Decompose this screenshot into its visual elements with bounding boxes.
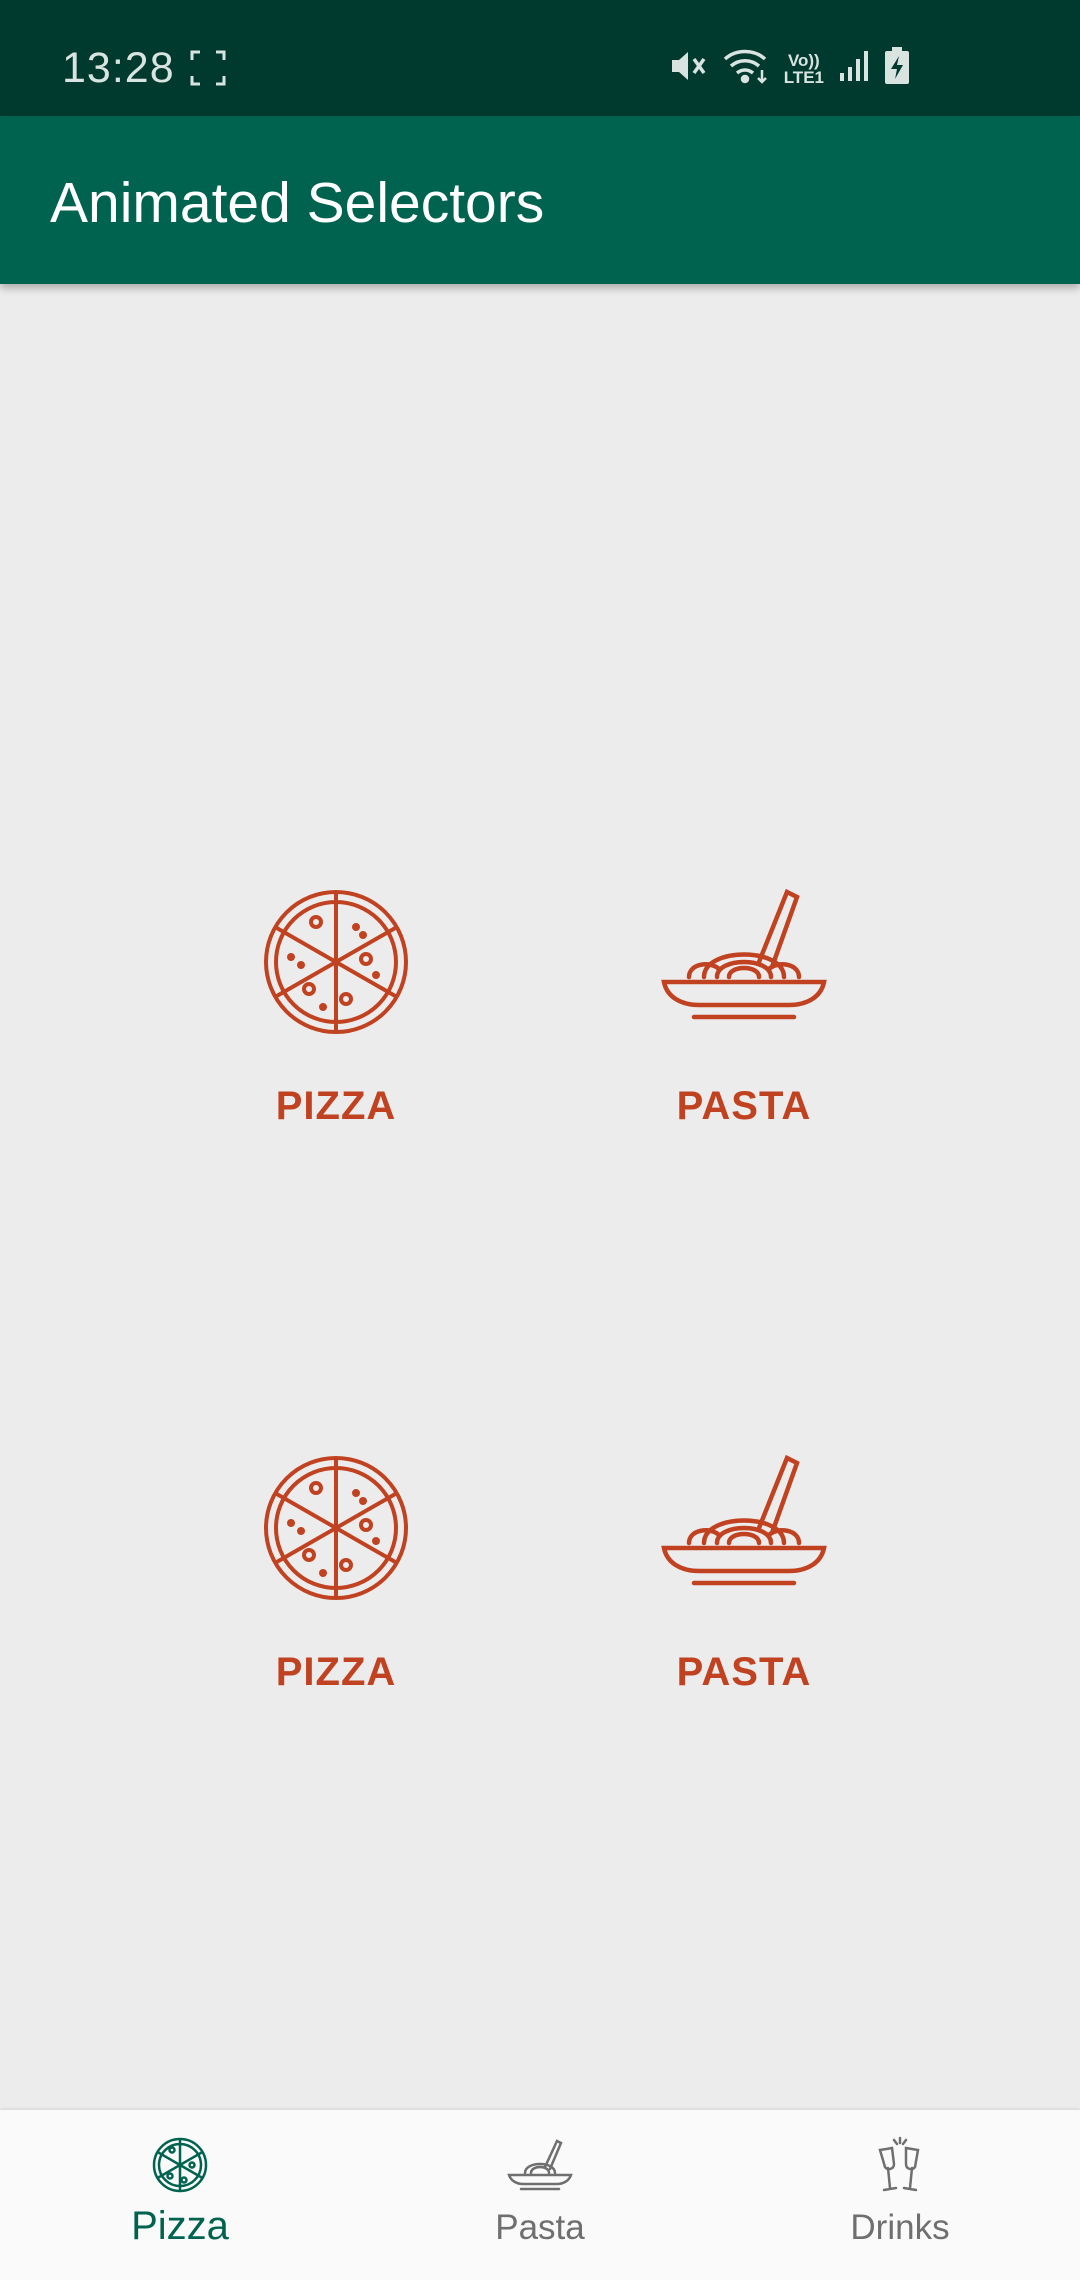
pizza-icon: [251, 1448, 421, 1608]
status-time: 13:28: [62, 44, 175, 92]
selector-grid: PIZZA PASTA PIZZA PASTA: [0, 284, 1080, 2110]
status-bar: 13:28 Vo)) LTE1: [0, 0, 1080, 116]
app-bar: Animated Selectors: [0, 116, 1080, 284]
nav-item-drinks[interactable]: Drinks: [720, 2110, 1080, 2280]
app-title: Animated Selectors: [50, 171, 545, 235]
mute-icon: [668, 48, 708, 89]
battery-charging-icon: [884, 47, 910, 90]
pizza-icon: [150, 2130, 210, 2200]
selector-pizza-1[interactable]: PIZZA: [216, 882, 456, 1152]
pizza-icon: [251, 882, 421, 1042]
selector-label: PASTA: [676, 1084, 812, 1128]
screen-capture-icon: [190, 50, 226, 91]
pasta-icon: [659, 882, 829, 1042]
selector-label: PIZZA: [275, 1650, 397, 1694]
volte-icon: Vo)) LTE1: [784, 52, 824, 86]
drinks-icon: [872, 2130, 928, 2200]
volte-top-label: Vo)): [787, 50, 820, 70]
nav-item-pizza[interactable]: Pizza: [0, 2110, 360, 2280]
pasta-icon: [659, 1448, 829, 1608]
selector-pasta-1[interactable]: PASTA: [624, 882, 864, 1152]
screen: 13:28 Vo)) LTE1 Animated Selectors PIZZA…: [0, 0, 1080, 2280]
selector-pizza-2[interactable]: PIZZA: [216, 1448, 456, 1718]
pasta-icon: [507, 2130, 573, 2200]
selector-label: PASTA: [676, 1650, 812, 1694]
status-icons: Vo)) LTE1: [668, 46, 910, 91]
wifi-icon: [722, 46, 770, 91]
nav-label-drinks: Drinks: [850, 2208, 950, 2247]
volte-bottom-label: LTE1: [783, 67, 824, 87]
nav-item-pasta[interactable]: Pasta: [360, 2110, 720, 2280]
nav-label-pasta: Pasta: [495, 2208, 585, 2247]
nav-label-pizza: Pizza: [131, 2204, 229, 2248]
bottom-nav: Pizza Pasta Drinks: [0, 2110, 1080, 2280]
signal-icon: [838, 49, 870, 88]
selector-label: PIZZA: [275, 1084, 397, 1128]
selector-pasta-2[interactable]: PASTA: [624, 1448, 864, 1718]
